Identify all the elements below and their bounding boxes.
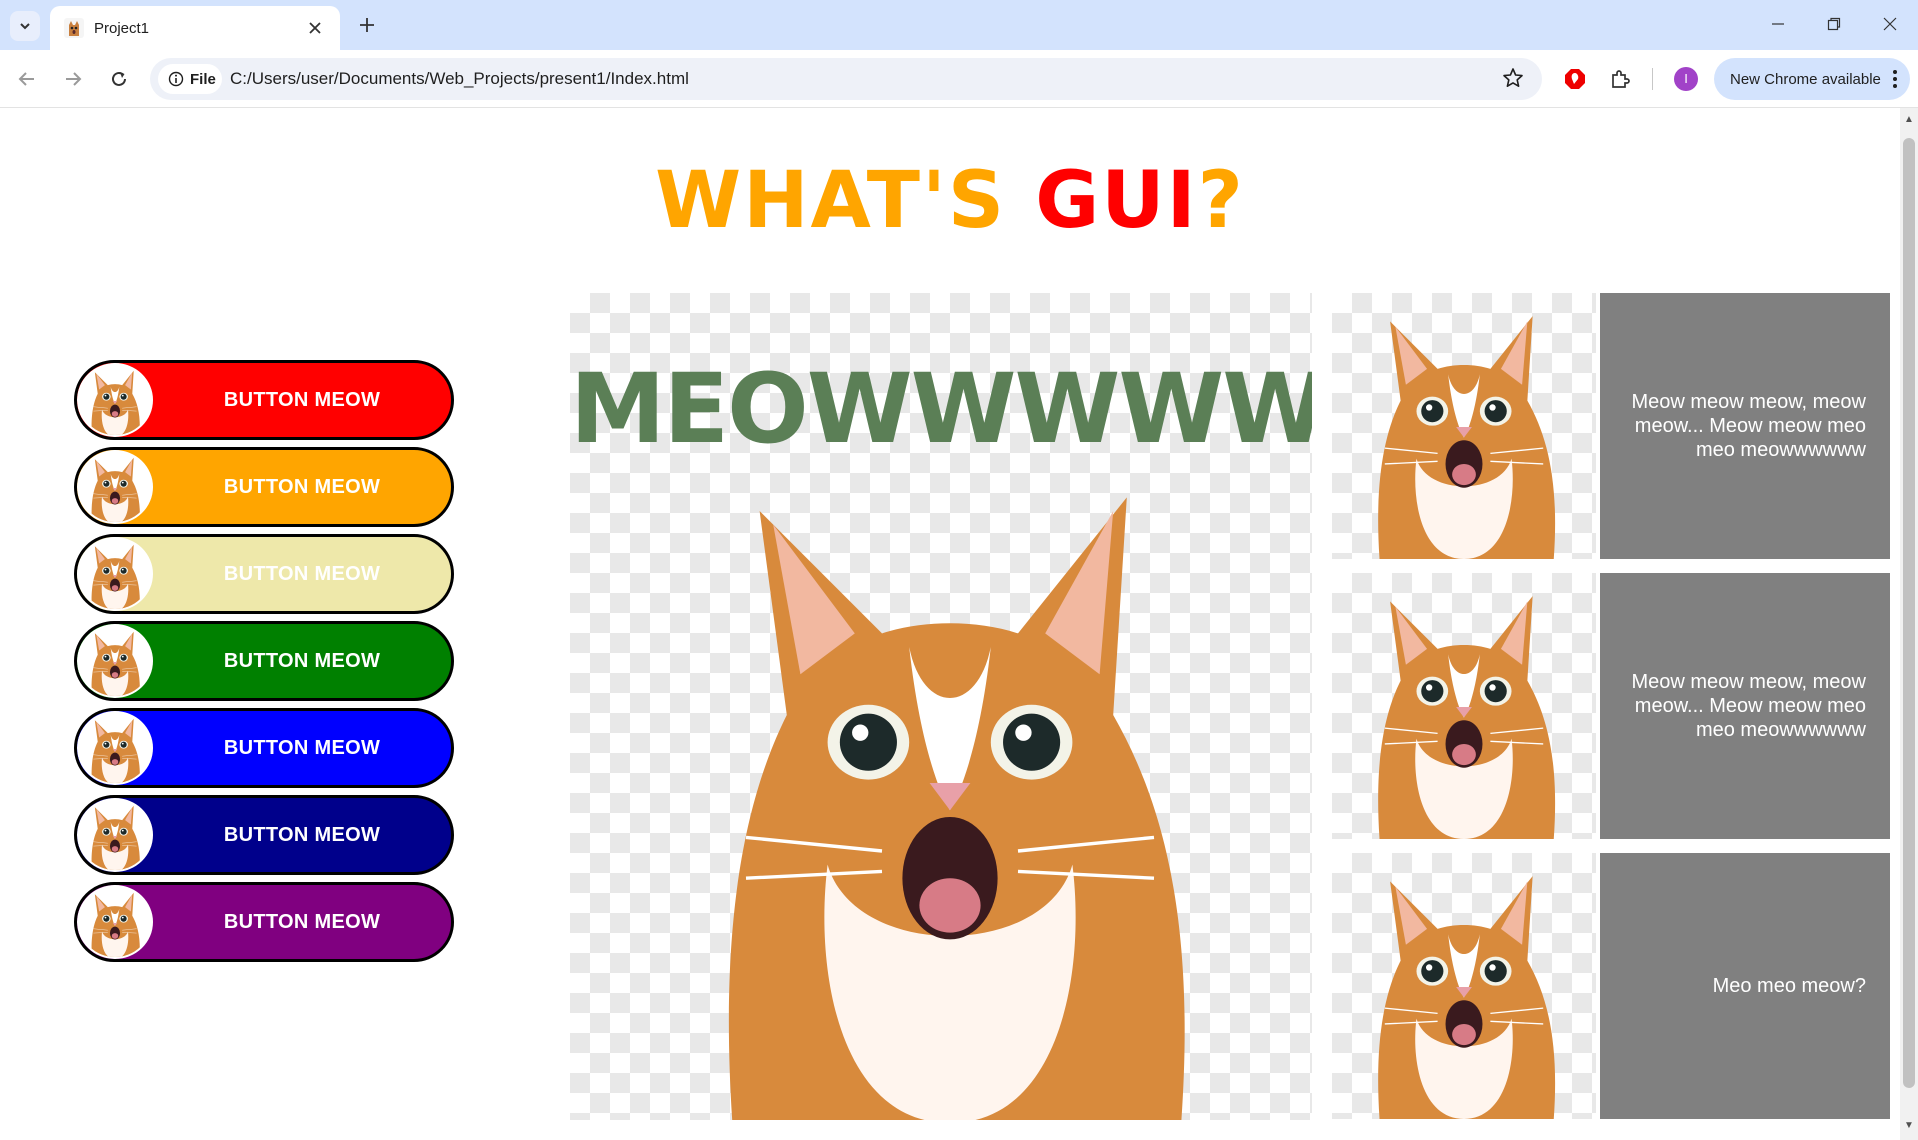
profile-avatar[interactable]: I: [1674, 67, 1698, 91]
tab-close-button[interactable]: [304, 18, 326, 39]
meow-button-label: BUTTON MEOW: [223, 563, 381, 585]
site-info-chip[interactable]: File: [158, 64, 222, 94]
meow-button-label: BUTTON MEOW: [223, 737, 381, 759]
adblock-extension-button[interactable]: [1560, 64, 1590, 94]
adblock-icon: [1565, 69, 1585, 89]
reload-icon: [112, 71, 126, 86]
scroll-down-arrow[interactable]: ▼: [1904, 1120, 1914, 1131]
title-part-question: ?: [1197, 156, 1245, 246]
meow-button-label: BUTTON MEOW: [223, 824, 381, 846]
info-icon: [168, 71, 184, 87]
tab-title: Project1: [94, 19, 150, 37]
minimize-button[interactable]: [1758, 8, 1798, 40]
title-part-gui: GUI: [1035, 156, 1198, 246]
url-text: C:/Users/user/Documents/Web_Projects/pre…: [230, 69, 689, 88]
update-chrome-button[interactable]: New Chrome available: [1714, 58, 1910, 100]
card-text: Meo meo meow?: [1600, 853, 1890, 1119]
meow-button-palegoldenrod[interactable]: BUTTON MEOW: [74, 534, 454, 614]
extensions-button[interactable]: [1605, 64, 1635, 94]
bookmark-button[interactable]: [1502, 67, 1524, 94]
new-tab-button[interactable]: [352, 10, 382, 40]
scrollbar-thumb[interactable]: [1903, 138, 1915, 1088]
meow-button-red[interactable]: BUTTON MEOW: [74, 360, 454, 440]
card-cat-image: [1332, 853, 1596, 1119]
extensions-icon: [1612, 70, 1630, 88]
meow-button-darkblue[interactable]: BUTTON MEOW: [74, 795, 454, 875]
card-cat-image: [1332, 573, 1596, 839]
minimize-icon: [1772, 23, 1784, 25]
meow-button-label: BUTTON MEOW: [223, 389, 381, 411]
forward-button[interactable]: [58, 64, 88, 94]
star-icon: [1503, 68, 1523, 87]
cat-thumbnail: [77, 624, 153, 698]
card-text: Meow meow meow, meow meow... Meow meow m…: [1600, 293, 1890, 559]
meow-button-orange[interactable]: BUTTON MEOW: [74, 447, 454, 527]
cat-thumbnail: [77, 450, 153, 524]
card: Meo meo meow?: [1332, 853, 1890, 1119]
scroll-up-arrow[interactable]: ▲: [1904, 114, 1914, 125]
cat-thumbnail: [77, 363, 153, 437]
meow-button-label: BUTTON MEOW: [223, 911, 381, 933]
meow-button-purple[interactable]: BUTTON MEOW: [74, 882, 454, 962]
meow-button-blue[interactable]: BUTTON MEOW: [74, 708, 454, 788]
screaming-cat-illustration: [728, 497, 1185, 1120]
card-text: Meow meow meow, meow meow... Meow meow m…: [1600, 573, 1890, 839]
close-icon: [309, 21, 321, 34]
meow-button-green[interactable]: BUTTON MEOW: [74, 621, 454, 701]
card-list: Meow meow meow, meow meow... Meow meow m…: [1332, 293, 1890, 1133]
card-cat-image: [1332, 293, 1596, 559]
tab-list-button[interactable]: [10, 11, 40, 41]
meow-button-list: BUTTON MEOW BUTTON MEOW BUTTON MEOW BUTT…: [74, 360, 454, 969]
toolbar-divider: [1652, 68, 1653, 90]
forward-icon: [66, 72, 82, 86]
hero-image: MEOWWWWW~!: [570, 293, 1312, 1120]
active-tab[interactable]: Project1: [50, 6, 340, 50]
meow-button-label: BUTTON MEOW: [223, 476, 381, 498]
restore-button[interactable]: [1814, 8, 1854, 40]
vertical-scrollbar[interactable]: ▲ ▼: [1900, 108, 1918, 1140]
back-button[interactable]: [12, 64, 42, 94]
cat-thumbnail: [77, 711, 153, 785]
browser-toolbar: File C:/Users/user/Documents/Web_Project…: [0, 50, 1918, 108]
address-bar[interactable]: File C:/Users/user/Documents/Web_Project…: [150, 58, 1542, 100]
back-icon: [18, 72, 34, 86]
plus-icon: [360, 18, 374, 32]
close-window-button[interactable]: [1870, 8, 1910, 40]
cat-thumbnail: [77, 798, 153, 872]
page-title: WHAT'S GUI?: [0, 156, 1900, 246]
reload-button[interactable]: [104, 64, 134, 94]
title-part-whats: WHAT'S: [655, 156, 1036, 246]
site-chip-label: File: [190, 70, 216, 88]
close-icon: [1883, 17, 1897, 31]
cat-favicon-icon: [64, 18, 84, 38]
meow-button-label: BUTTON MEOW: [223, 650, 381, 672]
tab-list-icon: [20, 23, 30, 30]
page-viewport: WHAT'S GUI? BUTTON MEOW BUTTON MEOW BUTT…: [0, 108, 1900, 1140]
cat-thumbnail: [77, 885, 153, 959]
tab-strip: Project1: [0, 0, 1918, 50]
restore-icon: [1827, 17, 1841, 31]
cat-thumbnail: [77, 537, 153, 611]
update-label: New Chrome available: [1730, 70, 1881, 88]
card: Meow meow meow, meow meow... Meow meow m…: [1332, 293, 1890, 559]
card: Meow meow meow, meow meow... Meow meow m…: [1332, 573, 1890, 839]
menu-dots-icon: [1893, 70, 1897, 88]
